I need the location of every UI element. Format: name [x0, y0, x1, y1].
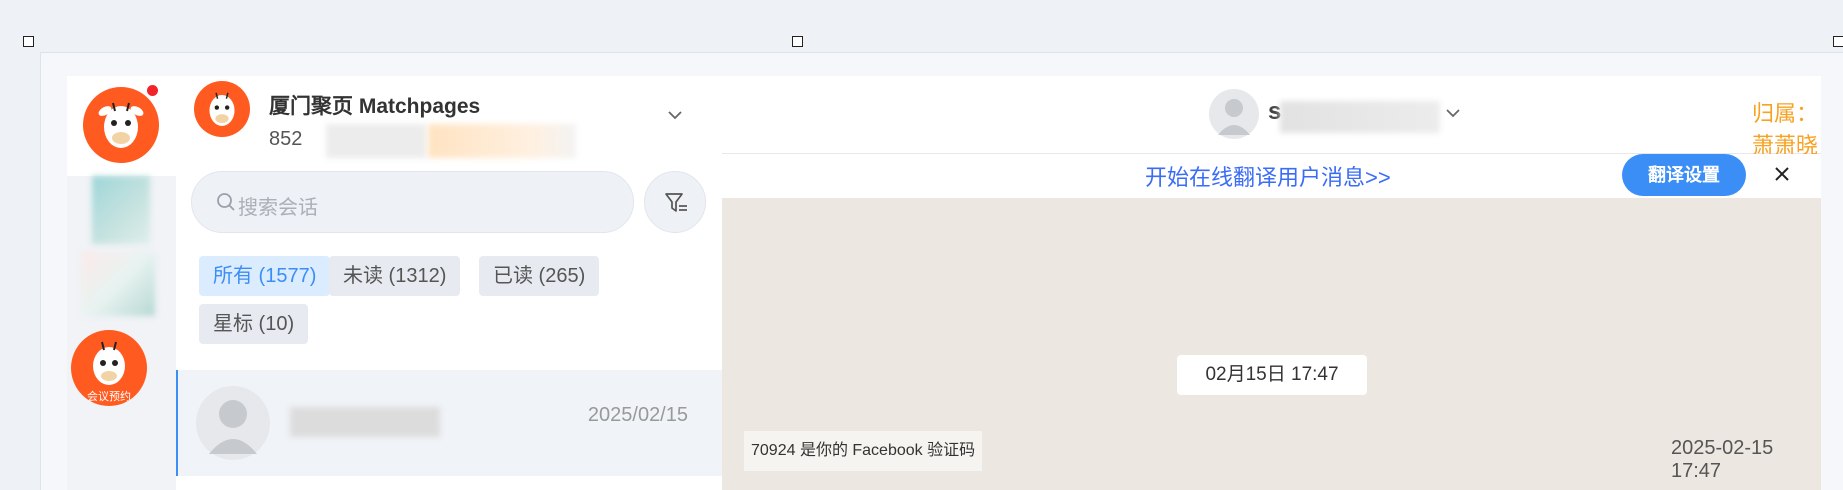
meeting-badge-text: 会议预约 — [87, 390, 131, 403]
owner-label: 归属：萧萧晓 — [1752, 101, 1819, 158]
date-divider: 02月15日 17:47 — [1177, 355, 1367, 395]
start-translation-link[interactable]: 开始在线翻译用户消息>> — [1145, 160, 1391, 192]
giraffe-logo-icon: 会议预约 — [87, 341, 131, 403]
redacted-phone-number — [326, 124, 426, 158]
chat-panel: s 归属：萧萧晓 开始在线翻译用户消息>> 翻译设置 02月15日 17:47 … — [722, 76, 1821, 490]
notification-dot — [146, 84, 159, 97]
resize-handle-top-right[interactable] — [1833, 36, 1843, 47]
giraffe-logo-icon — [98, 102, 144, 148]
chat-header: s 归属：萧萧晓 — [722, 76, 1821, 158]
message-timestamp: 2025-02-15 17:47 — [1671, 437, 1774, 482]
translation-bar: 开始在线翻译用户消息>> 翻译设置 — [722, 154, 1821, 198]
conversation-date: 2025/02/15 — [587, 404, 688, 426]
close-icon[interactable] — [1764, 156, 1800, 192]
filter-button[interactable] — [644, 171, 706, 233]
message-bubble[interactable]: 70924 是你的 Facebook 验证码 — [744, 431, 983, 471]
contact-avatar-icon[interactable] — [1209, 89, 1259, 139]
meeting-account-avatar[interactable]: 会议预约 — [71, 330, 147, 406]
filter-tab-unread[interactable]: 未读 (1312) — [329, 256, 461, 296]
account-phone: 852 — [269, 128, 303, 150]
redacted-contact-name — [1280, 101, 1440, 133]
main-account-avatar[interactable] — [83, 87, 159, 163]
giraffe-logo-icon — [209, 92, 235, 126]
search-input[interactable]: 搜索会话 — [238, 191, 318, 220]
account-rail: 会议预约 — [67, 76, 176, 490]
redacted-contact-name — [290, 407, 440, 437]
conversation-list-panel: 厦门聚页 Matchpages 852 搜索会话 所有 (1577) 未读 (1… — [176, 76, 771, 490]
search-icon — [217, 193, 235, 211]
blurred-account-avatar[interactable] — [81, 252, 155, 316]
redacted-phone-number — [428, 124, 576, 158]
resize-handle-top-left[interactable] — [23, 36, 34, 47]
filter-tab-starred[interactable]: 星标 (10) — [199, 304, 309, 344]
resize-handle-top-center[interactable] — [792, 36, 803, 47]
chevron-down-icon[interactable] — [1444, 104, 1462, 122]
conversation-list-item[interactable]: 2025/02/15 — [176, 370, 722, 476]
filter-tab-read[interactable]: 已读 (265) — [479, 256, 600, 296]
translation-settings-button[interactable]: 翻译设置 — [1622, 154, 1746, 196]
default-avatar-icon — [196, 386, 270, 460]
search-box[interactable]: 搜索会话 — [191, 171, 634, 233]
messaging-app-window: 会议预约 厦门聚页 Matchpages 852 搜索会话 所有 (1577) … — [67, 76, 1821, 490]
chevron-down-icon[interactable] — [666, 106, 684, 124]
filter-tab-all[interactable]: 所有 (1577) — [199, 256, 331, 296]
account-name: 厦门聚页 Matchpages — [269, 95, 481, 118]
filter-icon — [665, 193, 687, 212]
current-account-avatar[interactable] — [194, 81, 250, 137]
blurred-account-avatar[interactable] — [92, 176, 150, 244]
